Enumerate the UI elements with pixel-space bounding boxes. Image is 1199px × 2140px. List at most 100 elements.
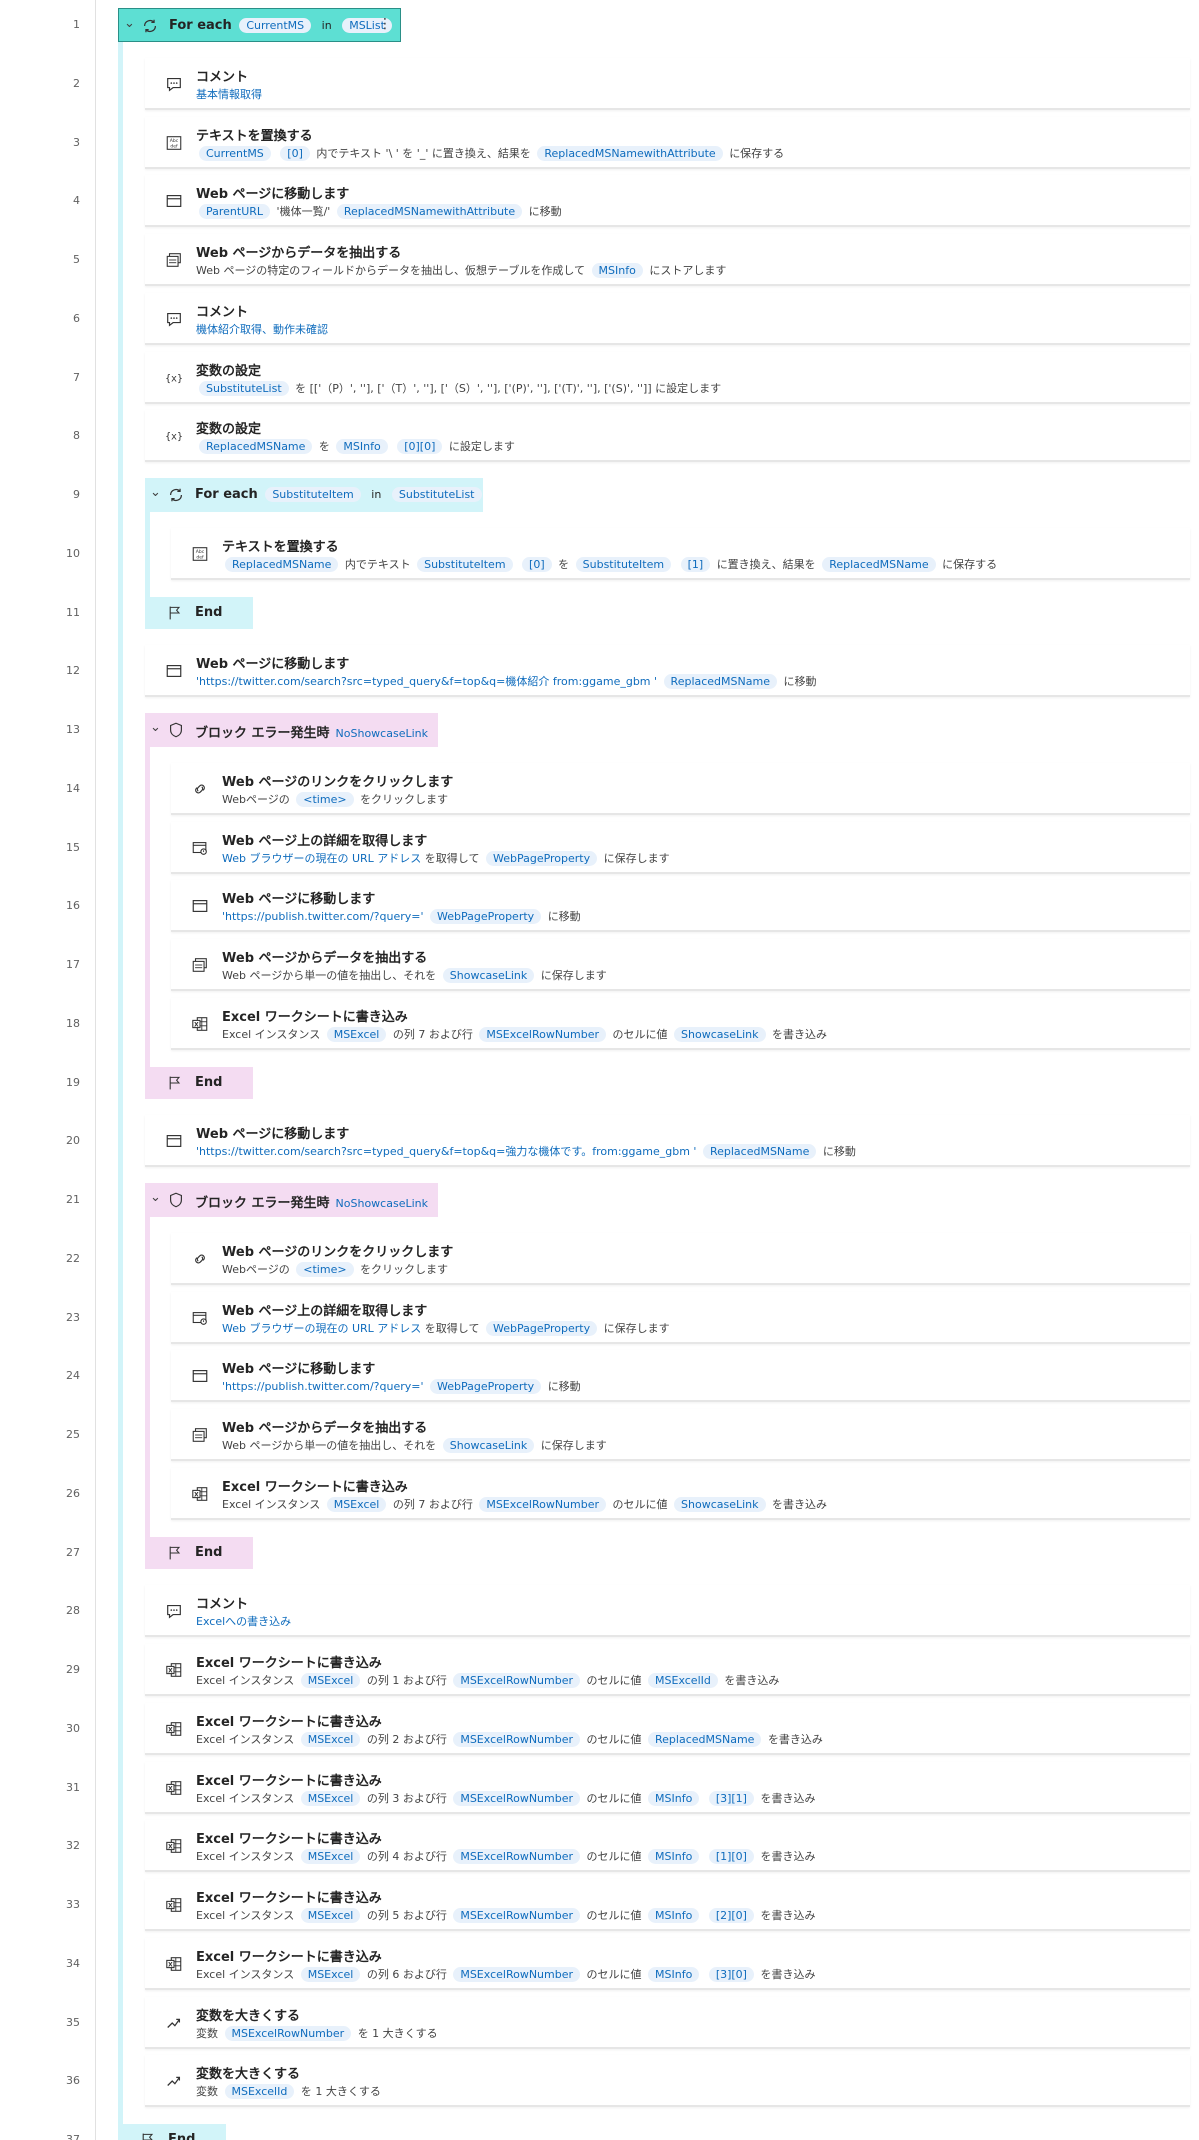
action-row[interactable]: Web ページに移動します ParentURL '機体一覧/' ReplacedM… xyxy=(145,175,1190,228)
action-row[interactable]: Web ページに移動します 'https://twitter.com/search… xyxy=(145,645,1190,698)
variable-token[interactable]: MSInfo xyxy=(648,1966,700,1982)
variable-token[interactable]: MSInfo xyxy=(591,263,643,278)
action-row[interactable]: Abc def テキストを置換する ReplacedMSName 内でテキスト Sub… xyxy=(171,527,1190,580)
action-row[interactable]: Web ページ上の詳細を取得します Web ブラウザーの現在の URL アドレス … xyxy=(171,1291,1190,1344)
for-each-header[interactable]: ⌄ For each SubstituteItem in SubstituteLi… xyxy=(145,478,483,512)
action-row[interactable]: Abc def テキストを置換する CurrentMS [0] 内でテキスト '\ '… xyxy=(145,116,1190,169)
action-row[interactable]: X Excel ワークシートに書き込み Excel インスタンス MSExcel の… xyxy=(145,1820,1190,1873)
variable-token[interactable]: SubstituteItem xyxy=(575,556,672,572)
action-row[interactable]: X Excel ワークシートに書き込み Excel インスタンス MSExcel の… xyxy=(145,1702,1190,1755)
variable-token[interactable]: MSExcelRowNumber xyxy=(479,1496,607,1512)
variable-token[interactable]: WebPageProperty xyxy=(485,1320,598,1336)
variable-token[interactable]: MSExcel xyxy=(300,1673,361,1688)
action-row[interactable]: コメント 機体紹介取得、動作未確認 xyxy=(145,292,1190,345)
variable-token[interactable]: CurrentMS xyxy=(199,145,271,161)
variable-token[interactable]: ReplacedMSNamewithAttribute xyxy=(537,145,723,161)
variable-token[interactable]: WebPageProperty xyxy=(430,909,542,925)
on-block-error-header[interactable]: ⌄ ブロック エラー発生時 NoShowcaseLink xyxy=(145,713,438,747)
variable-token[interactable]: MSExcel xyxy=(300,1849,361,1865)
variable-token[interactable]: MSExcelRowNumber xyxy=(453,1908,581,1923)
variable-token[interactable]: [3][0] xyxy=(708,1966,754,1982)
variable-token[interactable]: ReplacedMSNamewithAttribute xyxy=(336,204,523,220)
variable-token[interactable]: [0] xyxy=(280,145,310,161)
variable-token[interactable]: ParentURL xyxy=(199,204,271,220)
action-row[interactable]: X Excel ワークシートに書き込み Excel インスタンス MSExcel の… xyxy=(171,1467,1190,1520)
action-row[interactable]: Web ページ上の詳細を取得します Web ブラウザーの現在の URL アドレス … xyxy=(171,821,1190,874)
variable-token[interactable]: WebPageProperty xyxy=(430,1379,542,1395)
variable-token[interactable]: ReplacedMSName xyxy=(648,1731,762,1747)
variable-token[interactable]: MSInfo xyxy=(648,1908,700,1923)
chevron-down-icon[interactable]: ⌄ xyxy=(124,16,135,31)
action-row[interactable]: Web ページのリンクをクリックします Webページの <time> をクリックし… xyxy=(171,762,1190,815)
variable-token[interactable]: [3][1] xyxy=(708,1790,754,1806)
end-block[interactable]: End xyxy=(145,1536,253,1569)
chevron-down-icon[interactable]: ⌄ xyxy=(150,485,161,500)
variable-token[interactable]: MSExcelId xyxy=(648,1673,718,1688)
chevron-down-icon[interactable]: ⌄ xyxy=(150,720,161,735)
variable-token[interactable]: ReplacedMSName xyxy=(822,556,936,572)
variable-token[interactable]: MSExcelRowNumber xyxy=(453,1966,581,1982)
variable-token[interactable]: MSExcel xyxy=(300,1731,361,1747)
variable-token[interactable]: MSExcelRowNumber xyxy=(453,1731,581,1747)
for-each-header[interactable]: ⌄ For each CurrentMS in MSList ⋮ xyxy=(118,8,401,42)
action-row[interactable]: Web ページからデータを抽出する Web ページから単一の値を抽出し、それを S… xyxy=(171,1409,1190,1461)
end-block[interactable]: End xyxy=(145,596,253,629)
variable-token[interactable]: SubstituteList xyxy=(199,380,289,396)
variable-token[interactable]: [2][0] xyxy=(708,1908,754,1923)
variable-token[interactable]: MSInfo xyxy=(648,1849,700,1865)
variable-token[interactable]: MSExcel xyxy=(326,1026,387,1042)
variable-token[interactable]: <time> xyxy=(296,1261,354,1277)
variable-token[interactable]: SubstituteList xyxy=(391,487,482,502)
variable-token[interactable]: MSExcelRowNumber xyxy=(453,1673,581,1688)
action-row[interactable]: X Excel ワークシートに書き込み Excel インスタンス MSExcel の… xyxy=(171,997,1190,1050)
action-row[interactable]: Web ページに移動します'https://publish.twitter.co… xyxy=(171,1350,1190,1403)
variable-token[interactable]: ShowcaseLink xyxy=(674,1496,766,1512)
chevron-down-icon[interactable]: ⌄ xyxy=(150,1190,161,1205)
variable-token[interactable]: SubstituteItem xyxy=(265,487,361,502)
variable-token[interactable]: MSExcel xyxy=(300,1966,361,1982)
variable-token[interactable]: MSExcel xyxy=(300,1908,361,1923)
variable-token[interactable]: ReplacedMSName xyxy=(225,556,339,572)
action-row[interactable]: {x} 変数の設定 ReplacedMSName を MSInfo [0][0] に… xyxy=(145,410,1190,463)
action-row[interactable]: X Excel ワークシートに書き込み Excel インスタンス MSExcel の… xyxy=(145,1879,1190,1931)
variable-token[interactable]: <time> xyxy=(296,791,354,807)
variable-token[interactable]: MSExcelRowNumber xyxy=(453,1790,581,1806)
variable-token[interactable]: [0] xyxy=(522,556,552,572)
variable-token[interactable]: WebPageProperty xyxy=(485,850,598,866)
action-row[interactable]: Web ページに移動します'https://publish.twitter.co… xyxy=(171,880,1190,933)
action-row[interactable]: X Excel ワークシートに書き込み Excel インスタンス MSExcel の… xyxy=(145,1761,1190,1814)
variable-token[interactable]: SubstituteItem xyxy=(417,556,513,572)
variable-token[interactable]: MSExcelId xyxy=(224,2084,295,2100)
variable-token[interactable]: CurrentMS xyxy=(239,18,312,33)
variable-token[interactable]: ShowcaseLink xyxy=(442,968,535,983)
variable-token[interactable]: ShowcaseLink xyxy=(442,1438,535,1453)
variable-token[interactable]: ShowcaseLink xyxy=(674,1026,766,1042)
variable-token[interactable]: ReplacedMSName xyxy=(702,1144,817,1160)
on-block-error-header[interactable]: ⌄ ブロック エラー発生時 NoShowcaseLink xyxy=(145,1183,438,1217)
variable-token[interactable]: ReplacedMSName xyxy=(663,674,777,690)
variable-token[interactable]: MSExcelRowNumber xyxy=(479,1026,607,1042)
action-row[interactable]: コメント Excelへの書き込み xyxy=(145,1585,1190,1638)
action-row[interactable]: Web ページに移動します 'https://twitter.com/search… xyxy=(145,1115,1190,1168)
action-row[interactable]: Web ページからデータを抽出する Web ページの特定のフィールドからデータを抽… xyxy=(145,234,1190,286)
variable-token[interactable]: MSExcelRowNumber xyxy=(453,1849,581,1865)
variable-token[interactable]: MSExcel xyxy=(300,1790,361,1806)
more-options-icon[interactable]: ⋮ xyxy=(378,16,392,32)
variable-token[interactable]: [0][0] xyxy=(397,439,443,455)
action-row[interactable]: X Excel ワークシートに書き込み Excel インスタンス MSExcel の… xyxy=(145,1644,1190,1696)
end-block[interactable]: End xyxy=(145,1066,253,1099)
variable-token[interactable]: [1] xyxy=(680,556,711,572)
variable-token[interactable]: [1][0] xyxy=(708,1849,754,1865)
variable-token[interactable]: MSInfo xyxy=(648,1790,700,1806)
action-row[interactable]: 変数を大きくする 変数 MSExcelId を 1 大きくする xyxy=(145,2055,1190,2108)
action-row[interactable]: Web ページのリンクをクリックします Webページの <time> をクリックし… xyxy=(171,1232,1190,1285)
action-row[interactable]: Web ページからデータを抽出する Web ページから単一の値を抽出し、それを S… xyxy=(171,939,1190,991)
action-row[interactable]: X Excel ワークシートに書き込み Excel インスタンス MSExcel の… xyxy=(145,1937,1190,1990)
end-block[interactable]: End xyxy=(118,2124,226,2140)
action-row[interactable]: コメント 基本情報取得 xyxy=(145,57,1190,110)
action-row[interactable]: {x} 変数の設定 SubstituteList を [['（P）', ''], [… xyxy=(145,351,1190,404)
variable-token[interactable]: MSInfo xyxy=(336,439,388,455)
variable-token[interactable]: MSExcel xyxy=(326,1496,387,1512)
action-row[interactable]: 変数を大きくする 変数 MSExcelRowNumber を 1 大きくする xyxy=(145,1996,1190,2049)
variable-token[interactable]: ReplacedMSName xyxy=(199,439,313,455)
